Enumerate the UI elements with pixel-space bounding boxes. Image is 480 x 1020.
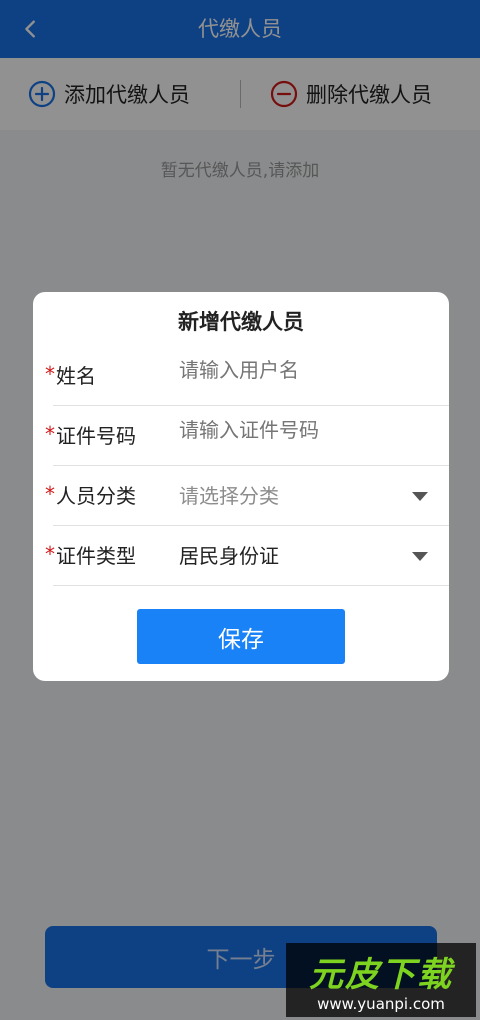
name-input[interactable]: [179, 360, 409, 383]
category-select[interactable]: 请选择分类: [179, 480, 409, 509]
required-mark: *: [45, 542, 55, 566]
watermark-title: 元皮下载: [309, 955, 453, 995]
dialog-title: 新增代缴人员: [178, 310, 304, 334]
id-type-select[interactable]: 居民身份证: [179, 540, 409, 569]
watermark-url: www.yuanpi.com: [317, 995, 445, 1013]
row-divider: [53, 585, 449, 586]
caret-down-icon[interactable]: [412, 552, 428, 561]
category-label: 人员分类: [56, 484, 136, 508]
caret-down-icon[interactable]: [412, 492, 428, 501]
save-button[interactable]: 保存: [137, 609, 345, 664]
id-type-label: 证件类型: [56, 544, 136, 568]
form-row-category[interactable]: * 人员分类 请选择分类: [33, 466, 449, 526]
add-person-dialog: 新增代缴人员 * 姓名 * 证件号码 * 人员分类 请选择分类 * 证件类型 居…: [33, 292, 449, 681]
id-number-input[interactable]: [179, 420, 409, 443]
required-mark: *: [45, 482, 55, 506]
form-row-id-type[interactable]: * 证件类型 居民身份证: [33, 526, 449, 586]
form-row-name: * 姓名: [33, 346, 449, 406]
required-mark: *: [45, 422, 55, 446]
id-number-label: 证件号码: [56, 424, 136, 448]
required-mark: *: [45, 362, 55, 386]
name-label: 姓名: [56, 364, 96, 388]
form-row-id-number: * 证件号码: [33, 406, 449, 466]
watermark-logo: 元皮下载 www.yuanpi.com: [286, 943, 476, 1017]
